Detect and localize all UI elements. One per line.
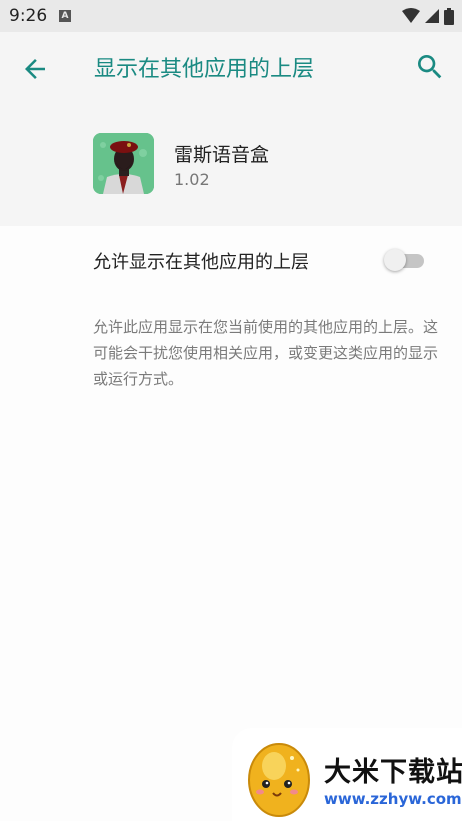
page-title: 显示在其他应用的上层 — [94, 57, 315, 82]
permission-row[interactable]: 允许显示在其他应用的上层 — [0, 232, 462, 290]
notification-icon: A — [59, 10, 71, 22]
toggle-thumb — [384, 249, 406, 271]
watermark: 大米下载站 www.zzhyw.com — [232, 728, 462, 821]
watermark-brand: 大米下载站 — [324, 757, 462, 788]
permission-label: 允许显示在其他应用的上层 — [93, 252, 309, 273]
search-button[interactable] — [414, 51, 446, 83]
app-version: 1.02 — [174, 170, 210, 189]
app-name: 雷斯语音盒 — [174, 144, 270, 166]
cellular-signal-icon — [425, 9, 439, 23]
back-button[interactable] — [20, 54, 50, 84]
arrow-left-icon — [25, 59, 45, 79]
status-time: 9:26 — [9, 6, 48, 26]
status-icons — [402, 7, 454, 25]
status-bar: 9:26 A — [0, 0, 462, 32]
app-header: 雷斯语音盒 1.02 — [0, 104, 462, 226]
search-icon — [418, 55, 442, 79]
app-avatar-icon — [93, 133, 154, 194]
app-bar: 显示在其他应用的上层 — [0, 32, 462, 104]
battery-icon — [444, 7, 454, 25]
egg-mascot-icon — [248, 743, 310, 817]
permission-toggle[interactable] — [384, 249, 428, 271]
wifi-icon — [402, 8, 420, 23]
app-icon — [93, 133, 154, 194]
watermark-url: www.zzhyw.com — [324, 790, 462, 808]
permission-description: 允许此应用显示在您当前使用的其他应用的上层。这可能会干扰您使用相关应用，或变更这… — [93, 318, 439, 388]
